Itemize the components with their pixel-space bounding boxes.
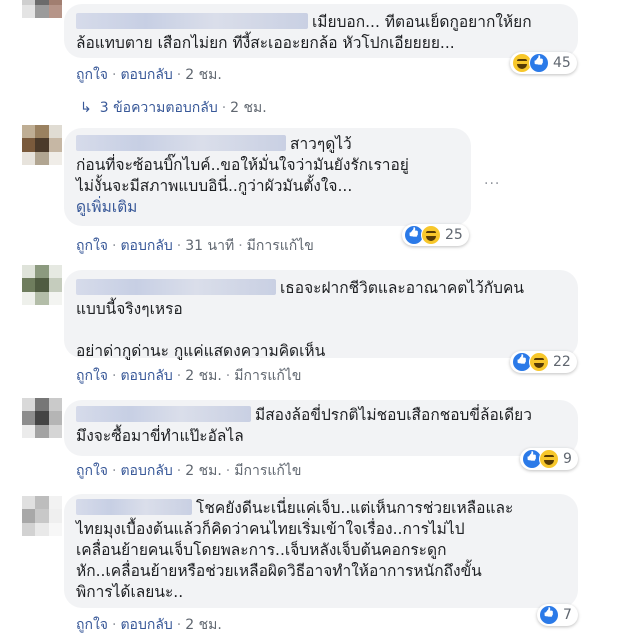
author-name[interactable] <box>76 13 308 29</box>
avatar[interactable] <box>22 0 62 18</box>
haha-icon <box>539 449 559 469</box>
reply-arrow-icon: ↳ <box>80 100 92 116</box>
timestamp[interactable]: 2 ชม. <box>185 617 222 633</box>
reaction-count: 22 <box>553 354 571 370</box>
more-options-icon[interactable]: ··· <box>484 176 500 192</box>
comment-bubble: เธอจะฝากชีวิตและอาณาคตไว้กับคน แบบนี้จริ… <box>64 270 578 360</box>
comment-actions: ถูกใจ · ตอบกลับ · 2 ชม. <box>76 617 222 633</box>
haha-icon <box>529 352 549 372</box>
reply-button[interactable]: ตอบกลับ <box>120 368 172 384</box>
author-name[interactable] <box>76 279 276 295</box>
comment-bubble: มีสองล้อขี่ปรกติไม่ชอบเสือกชอบขี่ล้อเดีย… <box>64 400 578 456</box>
like-button[interactable]: ถูกใจ <box>76 67 108 83</box>
timestamp[interactable]: 2 ชม. <box>185 463 222 479</box>
avatar[interactable] <box>22 265 62 305</box>
reaction-summary[interactable]: 25 <box>402 224 469 246</box>
see-more-link[interactable]: ดูเพิ่มเติม <box>76 197 457 218</box>
replies-time: 2 ชม. <box>230 100 267 116</box>
replies-count[interactable]: 3 ข้อความตอบกลับ <box>100 100 218 116</box>
reply-button[interactable]: ตอบกลับ <box>120 67 172 83</box>
timestamp[interactable]: 31 นาที <box>185 238 234 254</box>
avatar[interactable] <box>22 496 62 536</box>
reaction-summary[interactable]: 7 <box>537 604 578 626</box>
reaction-summary[interactable]: 22 <box>510 351 577 373</box>
edited-label[interactable]: มีการแก้ไข <box>234 368 301 384</box>
reaction-summary[interactable]: 9 <box>520 448 578 470</box>
comment-actions: ถูกใจ · ตอบกลับ · 2 ชม. <box>76 67 222 83</box>
like-button[interactable]: ถูกใจ <box>76 617 108 633</box>
comment-bubble: โชคยังดีนะเนี่ยแค่เจ็บ..แต่เห็นการช่วยเห… <box>64 494 578 608</box>
comment-actions: ถูกใจ · ตอบกลับ · 31 นาที · มีการแก้ไข <box>76 238 314 254</box>
author-name[interactable] <box>76 135 286 151</box>
comment-actions: ถูกใจ · ตอบกลับ · 2 ชม. · มีการแก้ไข <box>76 463 302 479</box>
reaction-summary[interactable]: 45 <box>510 52 577 74</box>
comment-bubble: เมียบอก... ทีตอนเย็ดกูอยากให้ยก ล้อแทบตา… <box>64 4 578 58</box>
edited-label[interactable]: มีการแก้ไข <box>234 463 301 479</box>
reply-button[interactable]: ตอบกลับ <box>120 617 172 633</box>
reply-button[interactable]: ตอบกลับ <box>120 238 172 254</box>
author-name[interactable] <box>76 499 192 515</box>
view-replies-link[interactable]: ↳ 3 ข้อความตอบกลับ · 2 ชม. <box>80 97 267 119</box>
avatar[interactable] <box>22 398 62 438</box>
reply-button[interactable]: ตอบกลับ <box>120 463 172 479</box>
reaction-count: 25 <box>445 227 463 243</box>
edited-label[interactable]: มีการแก้ไข <box>247 238 314 254</box>
reaction-count: 45 <box>553 55 571 71</box>
comment-bubble: สาวๆดูไว้ ก่อนที่จะซ้อนบิ๊กไบค์..ขอให้มั… <box>64 128 471 226</box>
haha-icon <box>421 225 441 245</box>
like-icon <box>539 605 559 625</box>
like-button[interactable]: ถูกใจ <box>76 238 108 254</box>
like-icon <box>529 53 549 73</box>
timestamp[interactable]: 2 ชม. <box>185 67 222 83</box>
like-button[interactable]: ถูกใจ <box>76 368 108 384</box>
author-name[interactable] <box>76 406 251 422</box>
like-button[interactable]: ถูกใจ <box>76 463 108 479</box>
avatar[interactable] <box>22 125 62 165</box>
reaction-count: 7 <box>563 607 572 623</box>
timestamp[interactable]: 2 ชม. <box>185 368 222 384</box>
reaction-count: 9 <box>563 451 572 467</box>
comment-actions: ถูกใจ · ตอบกลับ · 2 ชม. · มีการแก้ไข <box>76 368 302 384</box>
